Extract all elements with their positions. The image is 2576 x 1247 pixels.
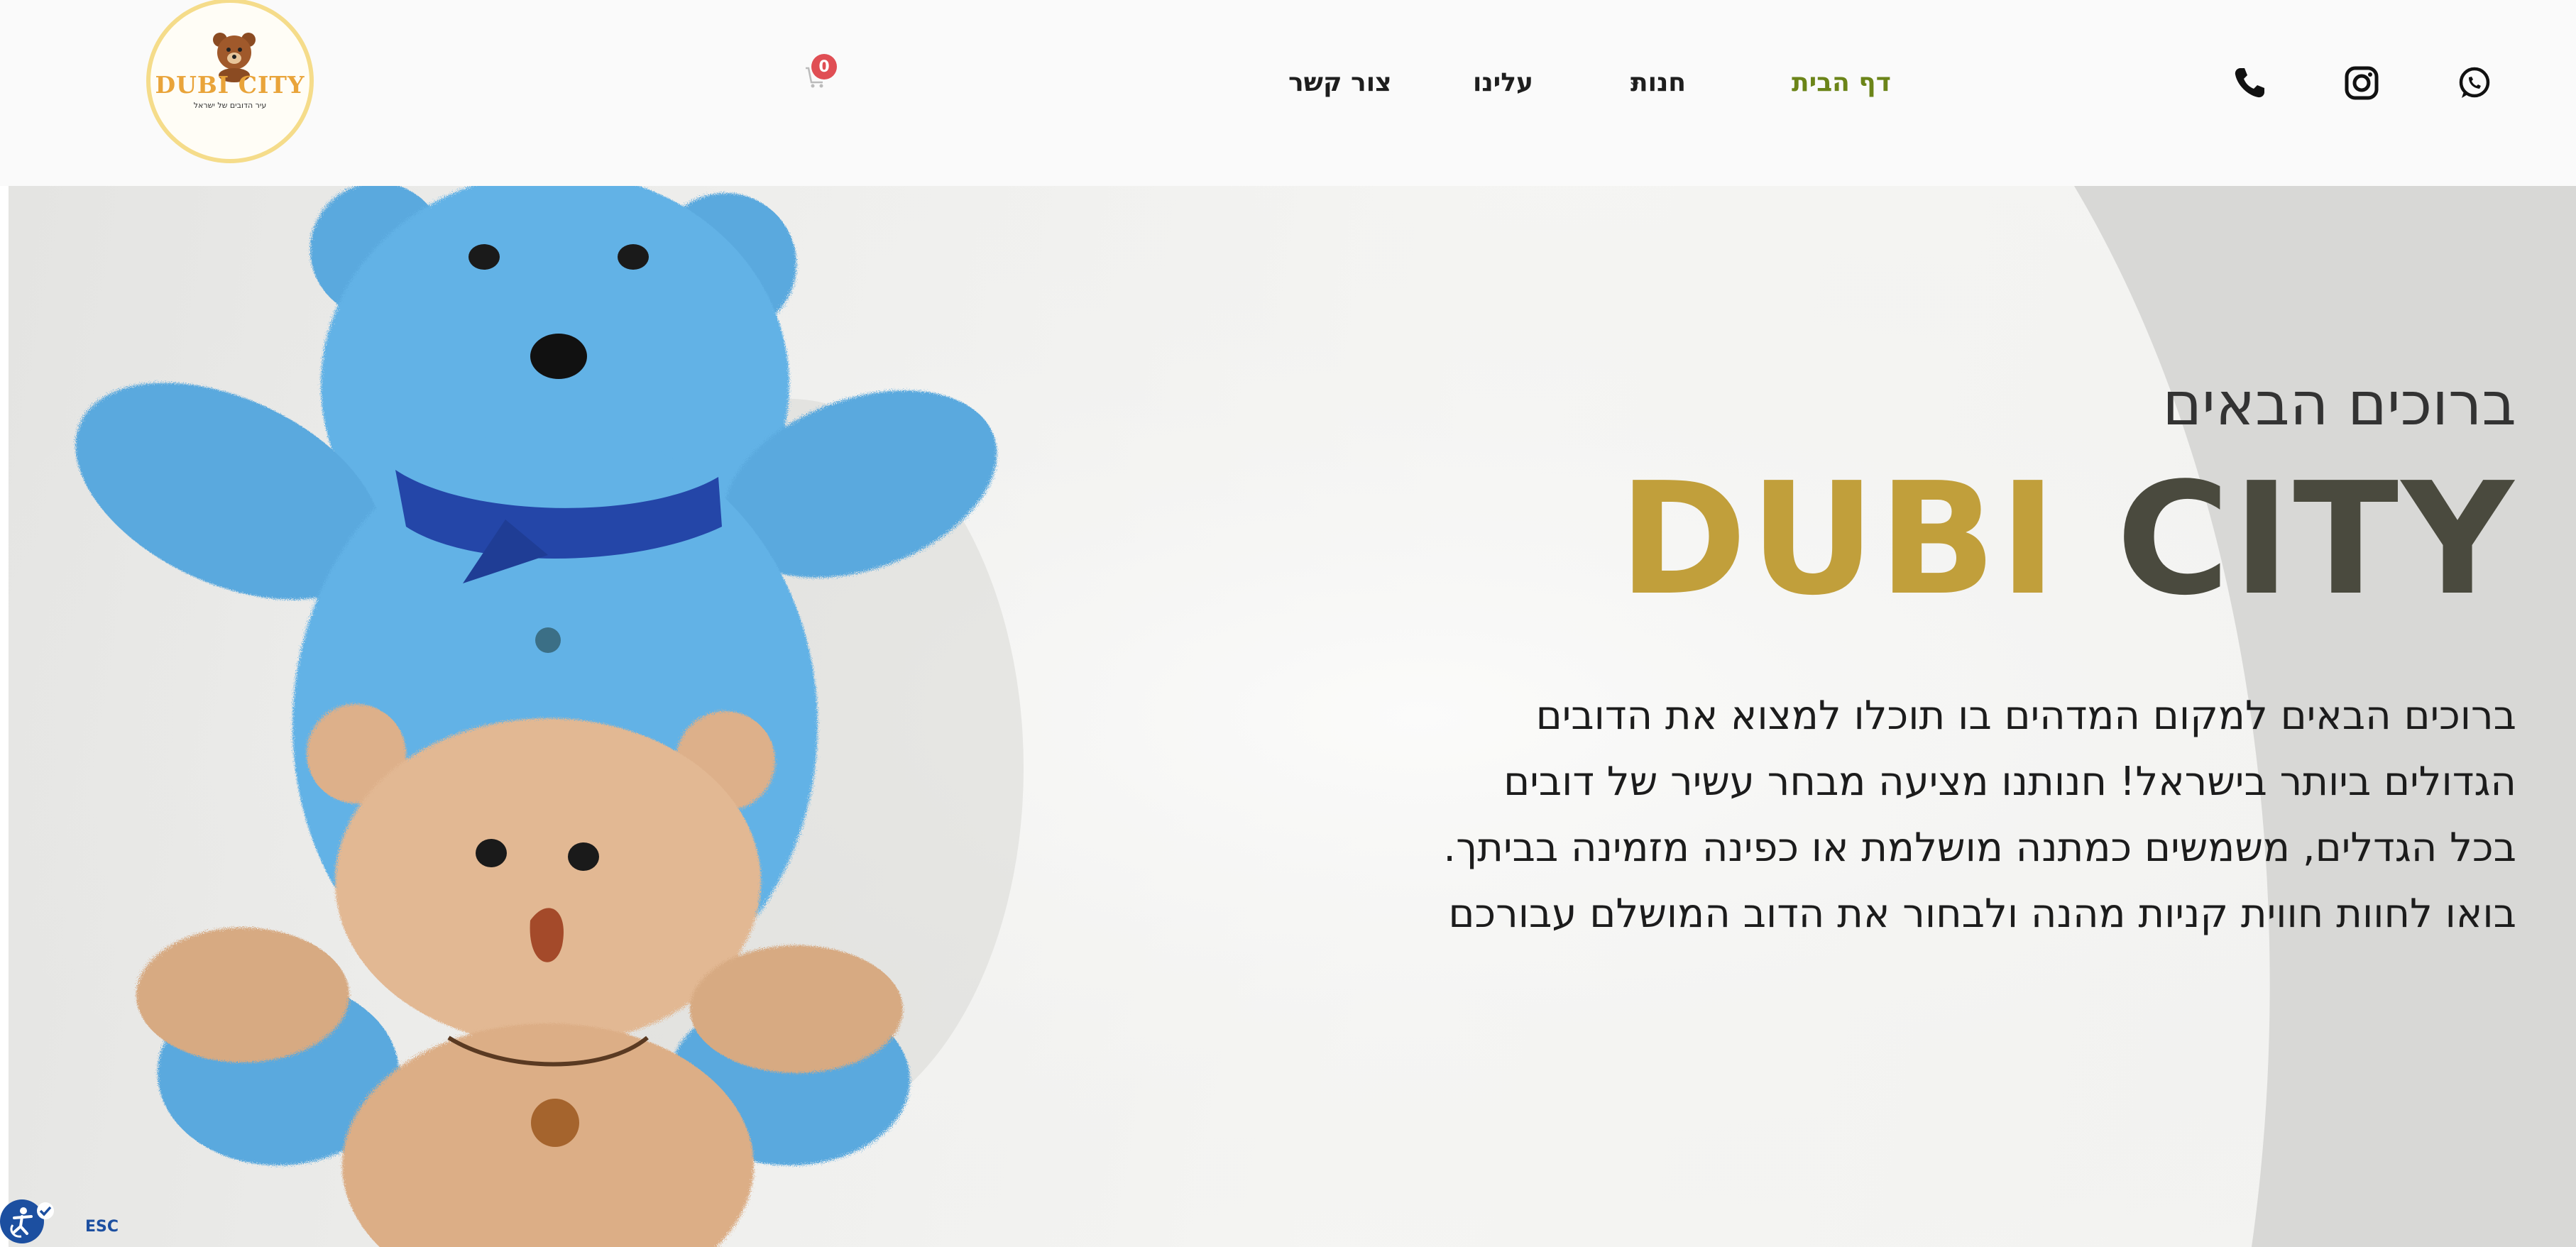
checkmark-icon <box>37 1202 54 1219</box>
esc-label[interactable]: ESC <box>85 1218 119 1236</box>
brand-word-dubi: DUBI <box>1618 450 2060 630</box>
whatsapp-icon[interactable] <box>2456 65 2492 101</box>
hero-description: ברוכים הבאים למקום המדהים בו תוכלו למצוא… <box>1443 683 2516 947</box>
nav-home[interactable]: דף הבית <box>1792 68 1891 97</box>
logo-title: DUBI CITY <box>155 71 305 99</box>
hero-section: ברוכים הבאים DUBI CITY ברוכים הבאים למקו… <box>9 186 2576 1247</box>
hero-text-line: ברוכים הבאים למקום המדהים בו תוכלו למצוא… <box>1535 693 2516 739</box>
hero-text-line: בכל הגדלים, משמשים כמתנה מושלמת או כפינה… <box>1443 825 2516 871</box>
cart-count-badge: 0 <box>811 54 837 79</box>
hero-text-line: בואו לחוות חווית קניות מהנה ולבחור את הד… <box>1448 891 2516 937</box>
site-logo[interactable]: DUBI CITY עיר הדובים של ישראל <box>146 0 314 163</box>
hero-brand-title: DUBI CITY <box>1618 463 2516 617</box>
logo-tagline: עיר הדובים של ישראל <box>193 101 267 110</box>
teddy-bears-image <box>75 186 1024 1247</box>
nav-about[interactable]: עלינו <box>1473 68 1533 97</box>
instagram-icon[interactable] <box>2344 65 2379 101</box>
hero-text-line: הגדולים ביותר בישראל! חנותנו מציעה מבחר … <box>1503 759 2516 805</box>
site-header: DUBI CITY עיר הדובים של ישראל 0 צור קשר … <box>0 0 2576 186</box>
nav-shop[interactable]: חנות <box>1630 68 1686 97</box>
nav-contact[interactable]: צור קשר <box>1288 68 1392 97</box>
brand-word-city: CITY <box>2116 450 2516 630</box>
hero-welcome-heading: ברוכים הבאים <box>2162 369 2516 439</box>
phone-icon[interactable] <box>2232 65 2267 101</box>
